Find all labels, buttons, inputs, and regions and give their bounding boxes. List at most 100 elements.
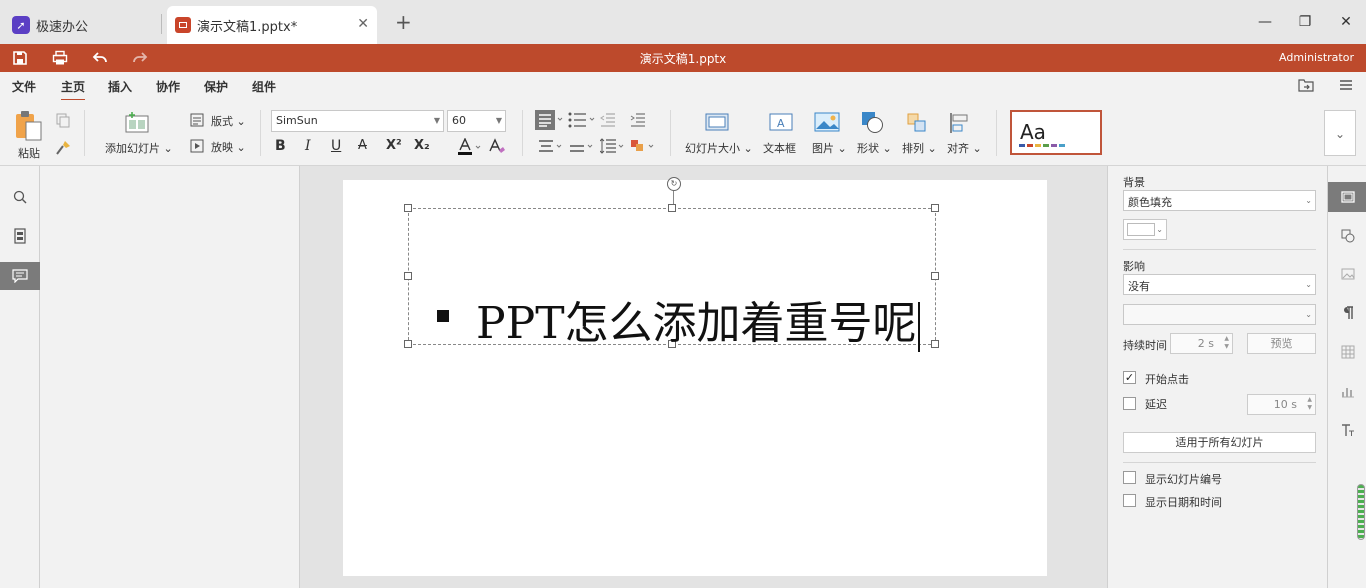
background-fill-select[interactable]: 颜色填充 ⌄ [1123, 190, 1316, 211]
background-color-picker[interactable]: ⌄ [1123, 219, 1167, 240]
effect-label: 影响 [1123, 260, 1145, 273]
new-tab-button[interactable]: + [395, 12, 412, 32]
effect-select[interactable]: 没有 ⌄ [1123, 274, 1316, 295]
play-label[interactable]: 放映 ⌄ [211, 139, 246, 155]
open-location-icon[interactable] [1298, 78, 1314, 92]
bold-button[interactable]: B [275, 138, 286, 154]
decrease-indent-icon[interactable] [600, 112, 616, 128]
slide-size-label[interactable]: 幻灯片大小 ⌄ [685, 140, 753, 156]
picture-label[interactable]: 图片 ⌄ [812, 140, 847, 156]
comments-icon[interactable] [0, 262, 40, 290]
slide-settings-icon[interactable] [1328, 182, 1366, 212]
duration-spinner[interactable]: 2 s ▲ ▼ [1170, 333, 1233, 354]
italic-button[interactable]: I [305, 138, 311, 154]
vertical-align-icon[interactable] [568, 138, 598, 154]
textbox-icon[interactable]: A [769, 112, 793, 132]
resize-handle[interactable] [931, 272, 939, 280]
align-objects-icon[interactable] [949, 112, 971, 134]
resize-handle[interactable] [931, 204, 939, 212]
shape-label[interactable]: 形状 ⌄ [857, 140, 892, 156]
delay-spinner[interactable]: 10 s ▲ ▼ [1247, 394, 1316, 415]
text-art-settings-icon[interactable] [1328, 415, 1366, 445]
resize-handle[interactable] [668, 204, 676, 212]
chevron-down-icon: ▼ [433, 116, 440, 125]
format-painter-icon[interactable] [55, 140, 71, 156]
menu-home[interactable]: 主页 [61, 78, 86, 101]
menu-protect[interactable]: 保护 [204, 78, 228, 95]
document-tab[interactable]: 演示文稿1.pptx* ✕ [167, 6, 377, 44]
paste-icon[interactable] [14, 110, 44, 142]
slide-size-icon[interactable] [705, 112, 729, 132]
font-size-select[interactable]: 60 ▼ [447, 110, 506, 132]
arrange-label[interactable]: 排列 ⌄ [902, 140, 937, 156]
menu-file[interactable]: 文件 [12, 78, 36, 95]
picture-icon[interactable] [814, 112, 840, 132]
underline-button[interactable]: U [331, 138, 341, 154]
shape-settings-icon[interactable] [1328, 221, 1366, 251]
app-name: 极速办公 [36, 19, 89, 35]
search-icon[interactable] [0, 183, 40, 211]
strikethrough-button[interactable]: A [358, 138, 367, 153]
play-icon[interactable] [190, 139, 204, 153]
textbox-label[interactable]: 文本框 [763, 140, 796, 156]
align-left-icon[interactable] [535, 110, 565, 130]
paragraph-settings-icon[interactable] [1328, 298, 1366, 328]
close-tab-icon[interactable]: ✕ [357, 16, 369, 32]
start-on-click-checkbox[interactable]: ✓ [1123, 371, 1136, 384]
effect-option-select[interactable]: ⌄ [1123, 304, 1316, 325]
minimize-button[interactable]: — [1257, 14, 1273, 30]
slide[interactable]: ↻ PPT怎么添加着重号呢 [343, 177, 1047, 576]
shape-icon[interactable] [860, 110, 884, 134]
expand-ribbon-button[interactable]: ⌄ [1324, 110, 1356, 156]
preview-button[interactable]: 预览 [1247, 333, 1316, 354]
theme-color-bars [1019, 144, 1065, 147]
apply-all-slides-button[interactable]: 适用于所有幻灯片 [1123, 432, 1316, 453]
text-align-icon[interactable] [537, 138, 567, 154]
increase-indent-icon[interactable] [630, 112, 646, 128]
font-color-icon[interactable] [457, 138, 481, 156]
menu-plugins[interactable]: 组件 [252, 78, 276, 95]
clear-format-icon[interactable] [630, 138, 658, 154]
rotate-handle-icon[interactable]: ↻ [667, 177, 681, 191]
svg-text:A: A [777, 117, 785, 130]
layout-icon[interactable] [190, 113, 204, 127]
line-spacing-icon[interactable] [600, 138, 628, 154]
arrange-icon[interactable] [906, 112, 928, 134]
bullet-list-icon[interactable] [568, 112, 598, 128]
menu-insert[interactable]: 插入 [108, 78, 132, 95]
show-date-time-checkbox[interactable] [1123, 494, 1136, 507]
theme-color-swatch [1059, 144, 1065, 147]
app-home-tab[interactable]: ➚ 极速办公 [6, 8, 156, 42]
spinner-arrows-icon: ▲ ▼ [1307, 396, 1312, 411]
text-box[interactable]: ↻ PPT怎么添加着重号呢 [404, 177, 939, 352]
chevron-down-icon: ⌄ [1334, 127, 1346, 141]
slides-panel-icon[interactable] [0, 222, 40, 250]
add-slide-icon[interactable] [124, 112, 150, 134]
menu-collaborate[interactable]: 协作 [156, 78, 180, 95]
chevron-down-icon: ▼ [495, 116, 502, 125]
align-objects-label[interactable]: 对齐 ⌄ [947, 140, 982, 156]
restore-button[interactable]: ❐ [1297, 14, 1313, 30]
more-menu-icon[interactable] [1338, 78, 1354, 92]
resize-handle[interactable] [931, 340, 939, 348]
font-family-select[interactable]: SimSun ▼ [271, 110, 444, 132]
show-slide-number-checkbox[interactable] [1123, 471, 1136, 484]
resize-handle[interactable] [404, 204, 412, 212]
copy-icon[interactable] [55, 112, 71, 128]
resize-handle[interactable] [404, 272, 412, 280]
subscript-button[interactable]: X₂ [414, 138, 430, 153]
resize-handle[interactable] [404, 340, 412, 348]
slide-text[interactable]: PPT怎么添加着重号呢 [476, 287, 920, 352]
highlight-color-icon[interactable] [488, 138, 506, 156]
user-name[interactable]: Administrator [1279, 51, 1354, 64]
layout-label[interactable]: 版式 ⌄ [211, 113, 246, 129]
image-settings-icon[interactable] [1328, 259, 1366, 289]
delay-checkbox[interactable] [1123, 397, 1136, 410]
chart-settings-icon[interactable] [1328, 376, 1366, 406]
scrollbar-indicator[interactable] [1357, 484, 1365, 540]
add-slide-label[interactable]: 添加幻灯片 ⌄ [105, 140, 173, 156]
close-window-button[interactable]: ✕ [1338, 14, 1354, 30]
table-settings-icon[interactable] [1328, 337, 1366, 367]
superscript-button[interactable]: X² [386, 138, 402, 153]
theme-preview[interactable]: Aa [1010, 110, 1102, 155]
